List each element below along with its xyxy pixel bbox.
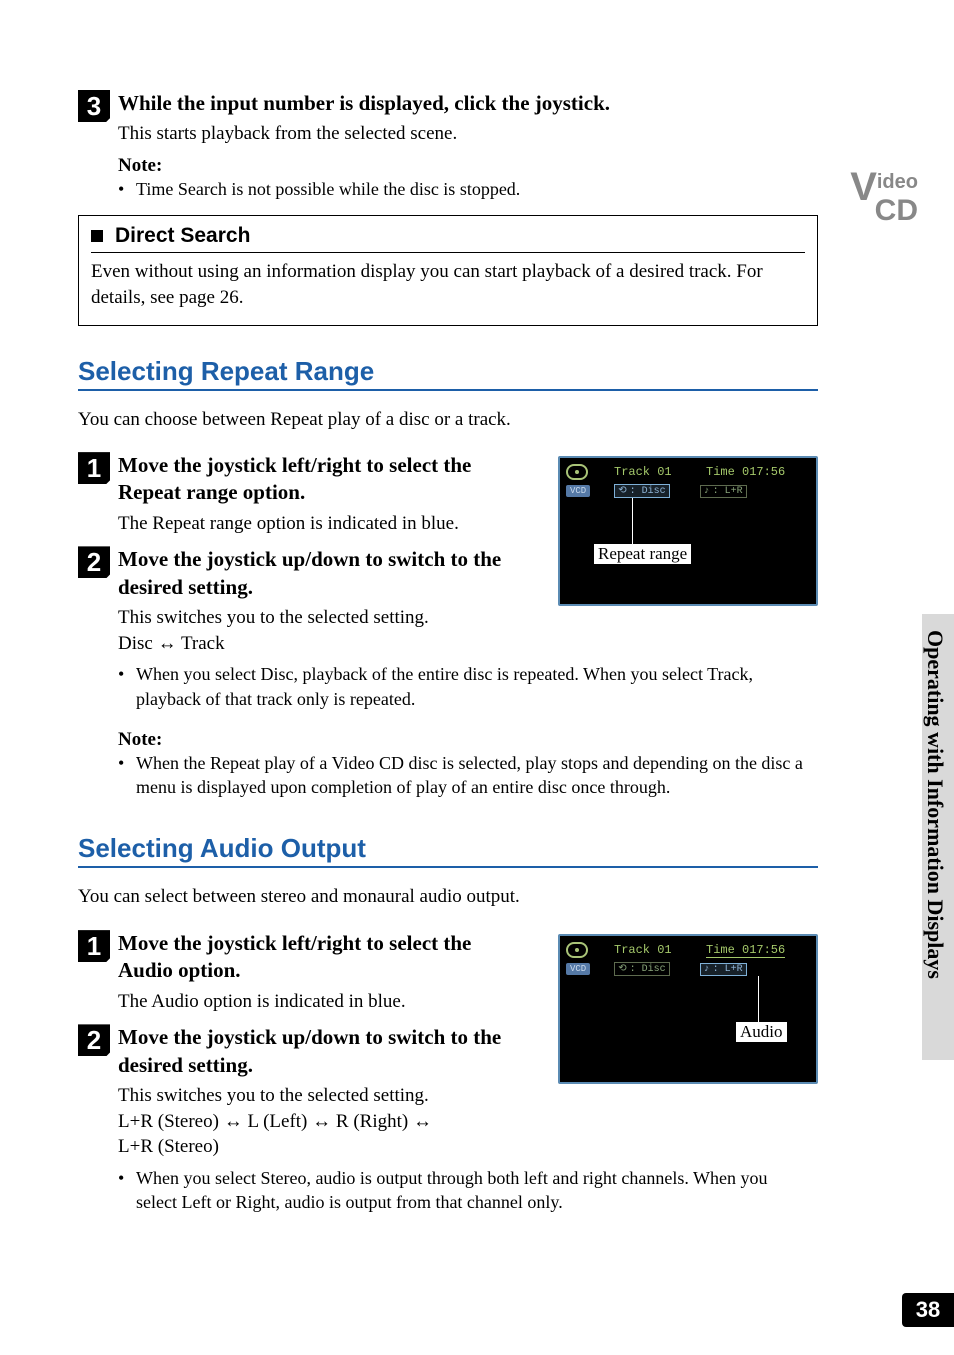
osd-callout-label: Repeat range	[594, 544, 691, 564]
section-intro: You can select between stereo and monaur…	[78, 884, 818, 910]
callout-line	[758, 976, 759, 1022]
step-2: 2 Move the joystick up/down to switch to…	[78, 546, 508, 656]
note-text: When the Repeat play of a Video CD disc …	[136, 751, 810, 800]
osd-lr-chip: ♪: L+R	[700, 485, 747, 498]
osd-disc-chip: ⟲: Disc	[614, 484, 669, 498]
note-text: Time Search is not possible while the di…	[136, 177, 810, 201]
note-bullet: • Time Search is not possible while the …	[118, 177, 818, 201]
double-arrow-icon: ↔	[158, 633, 177, 654]
note-bullet: • When the Repeat play of a Video CD dis…	[118, 751, 818, 800]
step-text: The Repeat range option is indicated in …	[118, 511, 508, 537]
osd-lr-chip: ♪: L+R	[700, 963, 747, 976]
note-label: Note:	[118, 729, 818, 751]
callout-title: Direct Search	[115, 224, 250, 248]
logo-v: V	[850, 170, 877, 204]
step-1: 1 Move the joystick left/right to select…	[78, 930, 508, 1014]
bullet-icon: •	[118, 662, 136, 711]
osd-display-repeat: Track 01 Time 017:56 VCD ⟲: Disc ♪: L+R …	[558, 456, 818, 606]
step-number: 2	[78, 1024, 110, 1056]
side-tab-label: Operating with Information Displays	[922, 630, 948, 979]
osd-disc-chip: ⟲: Disc	[614, 962, 669, 976]
direct-search-callout: Direct Search Even without using an info…	[78, 215, 818, 325]
callout-heading: Direct Search	[91, 224, 805, 253]
info-text: When you select Disc, playback of the en…	[136, 662, 810, 711]
audio-output-block: 1 Move the joystick left/right to select…	[78, 930, 818, 1160]
section-heading-audio: Selecting Audio Output	[78, 833, 818, 868]
step-heading: Move the joystick up/down to switch to t…	[118, 1024, 508, 1079]
osd-vcd-badge: VCD	[566, 485, 590, 497]
cycle-c: R (Right)	[331, 1111, 413, 1132]
disc-icon	[566, 942, 588, 958]
step-heading: Move the joystick left/right to select t…	[118, 930, 508, 985]
bullet-icon: •	[118, 177, 136, 201]
callout-body: Even without using an information displa…	[91, 259, 805, 310]
section-heading-repeat: Selecting Repeat Range	[78, 356, 818, 391]
repeat-range-block: 1 Move the joystick left/right to select…	[78, 452, 818, 656]
osd-time: Time 017:56	[706, 465, 785, 479]
cycle-b: L (Left)	[243, 1111, 312, 1132]
cycle-a: L+R (Stereo)	[118, 1111, 224, 1132]
cycle-a: Disc	[118, 633, 158, 654]
osd-track: Track 01	[614, 465, 706, 479]
step-number: 3	[78, 90, 110, 122]
double-arrow-icon: ↔	[413, 1111, 432, 1132]
osd-time: Time 017:56	[706, 943, 785, 958]
osd-track: Track 01	[614, 943, 706, 957]
step-text: This starts playback from the selected s…	[118, 121, 818, 147]
step-heading: Move the joystick left/right to select t…	[118, 452, 508, 507]
square-bullet-icon	[91, 230, 103, 242]
osd-vcd-badge: VCD	[566, 963, 590, 975]
cycle-b: Track	[177, 633, 225, 654]
callout-line	[632, 498, 633, 544]
step-heading: While the input number is displayed, cli…	[118, 90, 818, 117]
bullet-icon: •	[118, 751, 136, 800]
step-2: 2 Move the joystick up/down to switch to…	[78, 1024, 508, 1160]
section-intro: You can choose between Repeat play of a …	[78, 407, 818, 433]
step-number: 1	[78, 452, 110, 484]
cycle-text: L+R (Stereo) ↔ L (Left) ↔ R (Right) ↔	[118, 1109, 508, 1135]
double-arrow-icon: ↔	[224, 1111, 243, 1132]
double-arrow-icon: ↔	[312, 1111, 331, 1132]
cycle-text-2: L+R (Stereo)	[118, 1134, 508, 1160]
cycle-text: Disc ↔ Track	[118, 631, 508, 657]
info-bullet: • When you select Stereo, audio is outpu…	[118, 1166, 818, 1215]
step-text: The Audio option is indicated in blue.	[118, 989, 508, 1015]
page-number: 38	[902, 1293, 954, 1327]
note-label: Note:	[118, 155, 818, 177]
logo-ideo: ideo	[877, 171, 918, 193]
info-bullet: • When you select Disc, playback of the …	[118, 662, 818, 711]
info-text: When you select Stereo, audio is output …	[136, 1166, 810, 1215]
bullet-icon: •	[118, 1166, 136, 1215]
step-number: 1	[78, 930, 110, 962]
step-text: This switches you to the selected settin…	[118, 1083, 508, 1109]
video-cd-logo: Video CD	[848, 170, 918, 226]
step-heading: Move the joystick up/down to switch to t…	[118, 546, 508, 601]
step-1: 1 Move the joystick left/right to select…	[78, 452, 508, 536]
step-text: This switches you to the selected settin…	[118, 605, 508, 631]
step-3: 3 While the input number is displayed, c…	[78, 90, 818, 147]
osd-display-audio: Track 01 Time 017:56 VCD ⟲: Disc ♪: L+R …	[558, 934, 818, 1084]
step-number: 2	[78, 546, 110, 578]
disc-icon	[566, 464, 588, 480]
osd-callout-label: Audio	[736, 1022, 787, 1042]
